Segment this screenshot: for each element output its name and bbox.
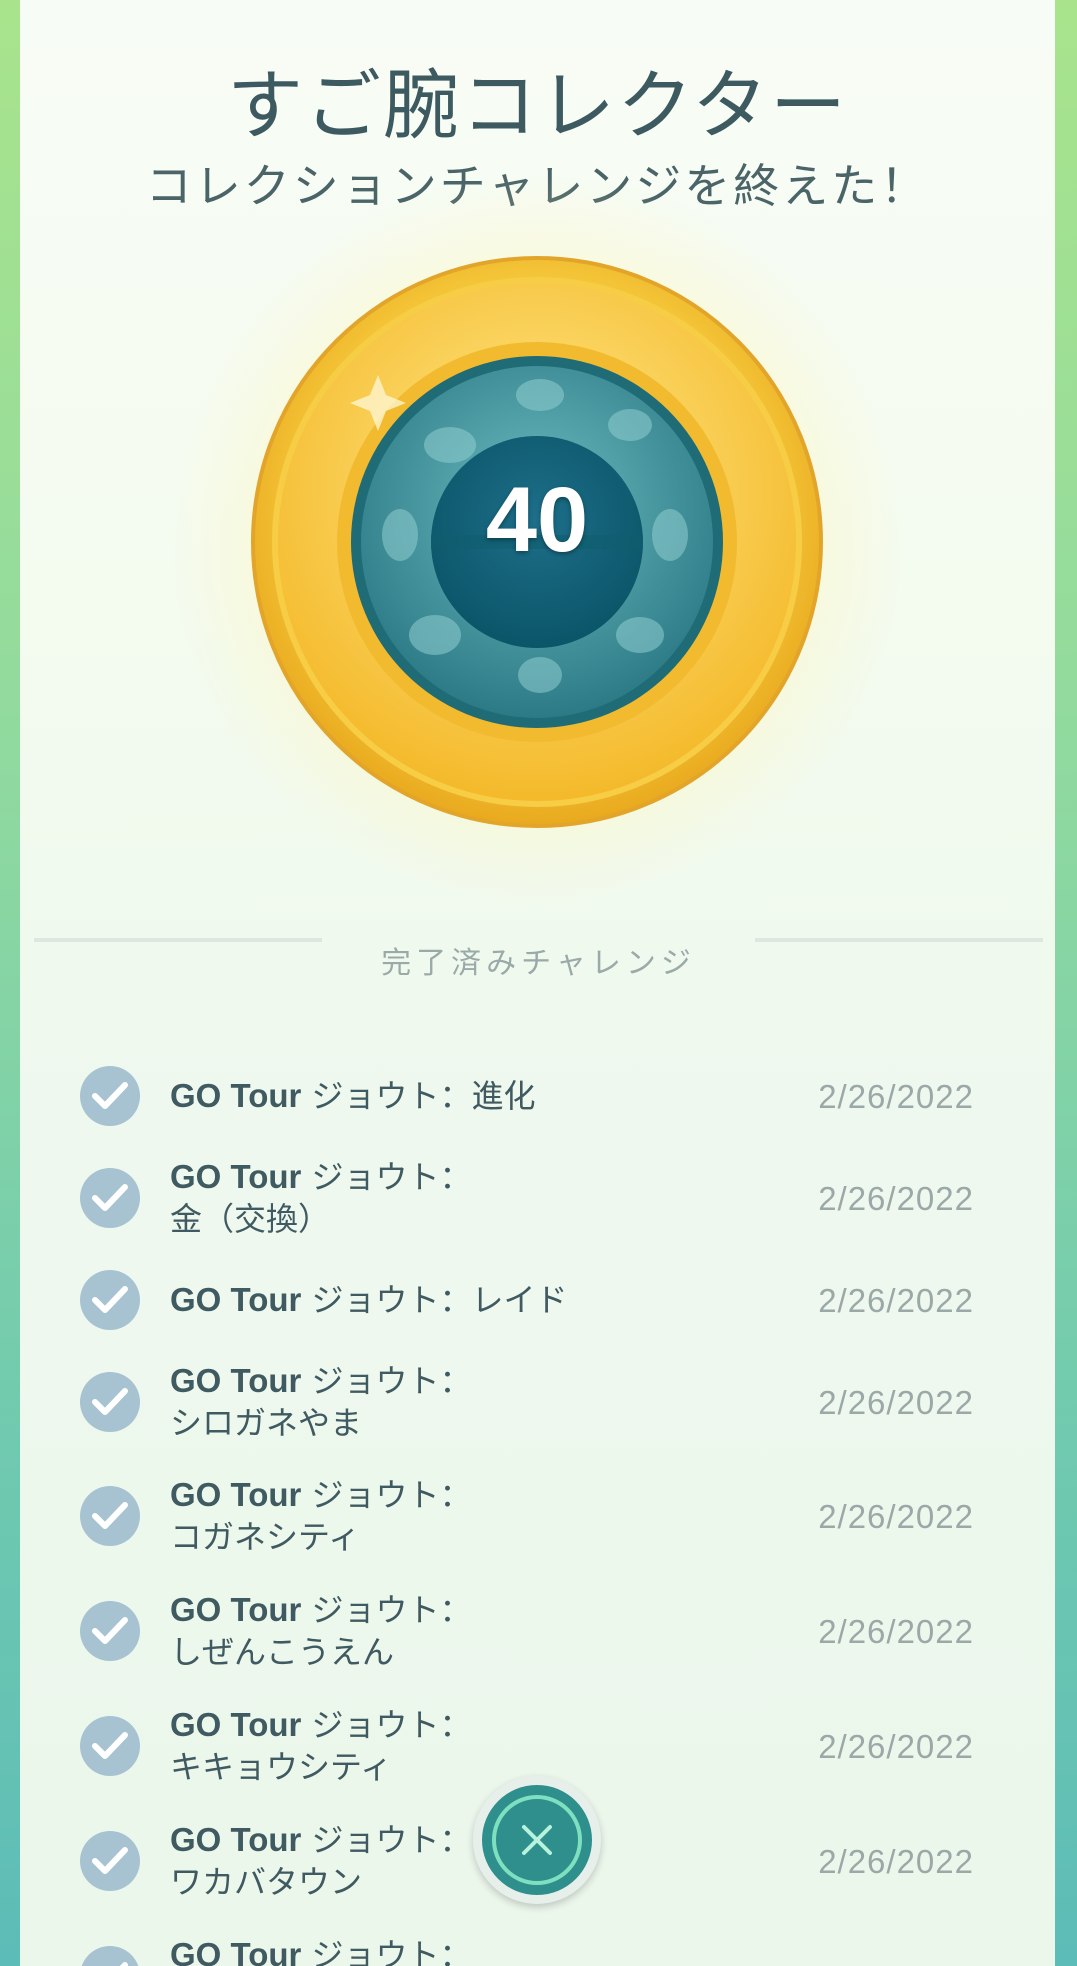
challenge-line1: ジョウト： xyxy=(301,1362,472,1400)
checkmark-icon xyxy=(80,1601,140,1661)
challenge-date: 2/26/2022 xyxy=(818,1613,974,1650)
challenge-line2: コガネシティ xyxy=(170,1518,361,1556)
challenge-prefix: GO Tour xyxy=(170,1158,302,1195)
challenge-line1: ジョウト： xyxy=(301,1936,472,1966)
challenge-prefix: GO Tour xyxy=(170,1281,302,1318)
checkmark-icon xyxy=(80,1372,140,1432)
challenge-line1: ジョウト： xyxy=(301,1591,472,1629)
challenge-prefix: GO Tour xyxy=(170,1362,302,1399)
challenge-line1: ジョウト： xyxy=(301,1821,472,1859)
challenge-prefix: GO Tour xyxy=(170,1936,302,1966)
challenge-prefix: GO Tour xyxy=(170,1821,302,1858)
challenge-line1: ジョウト：レイド xyxy=(301,1281,568,1319)
challenge-line1: ジョウト： xyxy=(301,1706,472,1744)
challenge-date: 2/26/2022 xyxy=(818,1078,974,1115)
challenge-line2: キキョウシティ xyxy=(170,1748,393,1786)
checkmark-icon xyxy=(80,1946,140,1966)
challenge-line2: しぜんこうえん xyxy=(170,1633,395,1671)
challenge-title: GO Tour ジョウト： シロガネやま xyxy=(170,1360,650,1444)
challenge-prefix: GO Tour xyxy=(170,1706,302,1743)
challenge-line1: ジョウト： xyxy=(301,1476,472,1514)
challenge-date: 2/26/2022 xyxy=(818,1384,974,1421)
challenge-line1: ジョウト： xyxy=(301,1158,472,1196)
challenge-title: GO Tour ジョウト： xyxy=(170,1934,650,1966)
page-title: すご腕コレクター xyxy=(227,61,848,150)
checkmark-icon xyxy=(80,1270,140,1330)
checkmark-icon xyxy=(80,1066,140,1126)
close-button[interactable] xyxy=(473,1776,601,1904)
challenge-line1: ジョウト：進化 xyxy=(301,1077,536,1115)
challenge-date: 2/26/2022 xyxy=(818,1180,974,1217)
section-label: 完了済みチャレンジ xyxy=(381,946,696,981)
checkmark-icon xyxy=(80,1168,140,1228)
challenge-prefix: GO Tour xyxy=(170,1077,302,1114)
close-button-face[interactable] xyxy=(482,1785,592,1895)
challenge-complete-panel: すご腕コレクター コレクションチャレンジを終えた！ xyxy=(20,0,1055,1966)
challenge-prefix: GO Tour xyxy=(170,1591,302,1628)
checkmark-icon xyxy=(80,1486,140,1546)
challenge-date: 2/26/2022 xyxy=(818,1728,974,1765)
checkmark-icon xyxy=(80,1716,140,1776)
challenge-title: GO Tour ジョウト： コガネシティ xyxy=(170,1474,650,1558)
challenge-line2: 金（交換） xyxy=(170,1200,331,1238)
divider-right xyxy=(755,938,1043,942)
challenge-date: 2/26/2022 xyxy=(818,1498,974,1535)
challenge-prefix: GO Tour xyxy=(170,1476,302,1513)
close-icon xyxy=(492,1795,582,1885)
challenge-title: GO Tour ジョウト： 金（交換） xyxy=(170,1156,650,1240)
badge-count: 40 xyxy=(485,469,589,571)
challenge-title: GO Tour ジョウト：レイド xyxy=(170,1279,650,1321)
checkmark-icon xyxy=(80,1831,140,1891)
divider-left xyxy=(34,938,322,942)
challenge-line2: シロガネやま xyxy=(170,1404,363,1442)
challenge-line2: ワカバタウン xyxy=(170,1863,363,1901)
challenge-title: GO Tour ジョウト： キキョウシティ xyxy=(170,1704,650,1788)
challenge-title: GO Tour ジョウト：進化 xyxy=(170,1075,650,1117)
challenge-date: 2/26/2022 xyxy=(818,1282,974,1319)
challenge-title: GO Tour ジョウト： しぜんこうえん xyxy=(170,1589,650,1673)
challenge-date: 2/26/2022 xyxy=(818,1843,974,1880)
